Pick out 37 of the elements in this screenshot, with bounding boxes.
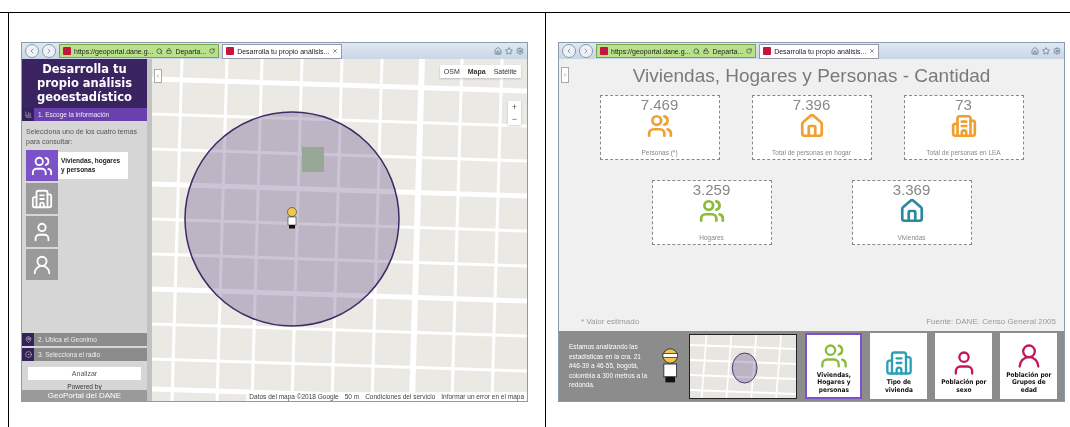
theme-tile[interactable] <box>26 150 58 182</box>
stat-value: 73 <box>955 96 972 113</box>
pin-icon <box>24 336 32 343</box>
close-icon[interactable] <box>332 48 339 54</box>
zoom-in-button[interactable]: + <box>508 101 521 113</box>
stat-value: 7.396 <box>792 96 831 113</box>
forward-button[interactable] <box>579 44 593 58</box>
stat-value: 3.369 <box>892 181 931 198</box>
source-text: Fuente: DANE. Censo General 2005 <box>926 317 1056 326</box>
theme-tile[interactable] <box>26 183 58 215</box>
forward-button[interactable] <box>42 44 56 58</box>
radius-icon <box>24 351 32 358</box>
theme-tile[interactable] <box>26 216 58 248</box>
stat-value: 3.259 <box>692 181 731 198</box>
back-button[interactable] <box>562 44 576 58</box>
building-icon <box>31 187 53 210</box>
stat-value: 7.469 <box>640 96 679 113</box>
results-title: Viviendas, Hogares y Personas - Cantidad <box>632 65 991 87</box>
building-icon <box>884 349 913 378</box>
sidebar-title: Desarrolla tu propio análisis geoestadístico <box>22 59 147 109</box>
chart-icon <box>24 111 32 119</box>
settings-icon[interactable] <box>516 47 524 55</box>
theme-tile[interactable] <box>26 249 58 281</box>
settings-icon[interactable] <box>1053 47 1061 55</box>
zoom-out-button[interactable]: − <box>508 113 521 125</box>
chevron-icon <box>155 73 161 79</box>
footnote-text: * Valor estimado <box>581 317 640 326</box>
star-icon[interactable] <box>505 47 513 55</box>
back-button[interactable] <box>25 44 39 58</box>
home-icon[interactable] <box>1031 47 1039 55</box>
chevron-icon <box>562 72 568 78</box>
home-icon[interactable] <box>494 47 502 55</box>
brand-text: GeoPortal del DANE <box>22 390 147 401</box>
expand-button[interactable] <box>561 67 569 83</box>
close-icon[interactable] <box>869 48 876 54</box>
star-icon[interactable] <box>1042 47 1050 55</box>
collapse-button[interactable] <box>154 69 162 83</box>
